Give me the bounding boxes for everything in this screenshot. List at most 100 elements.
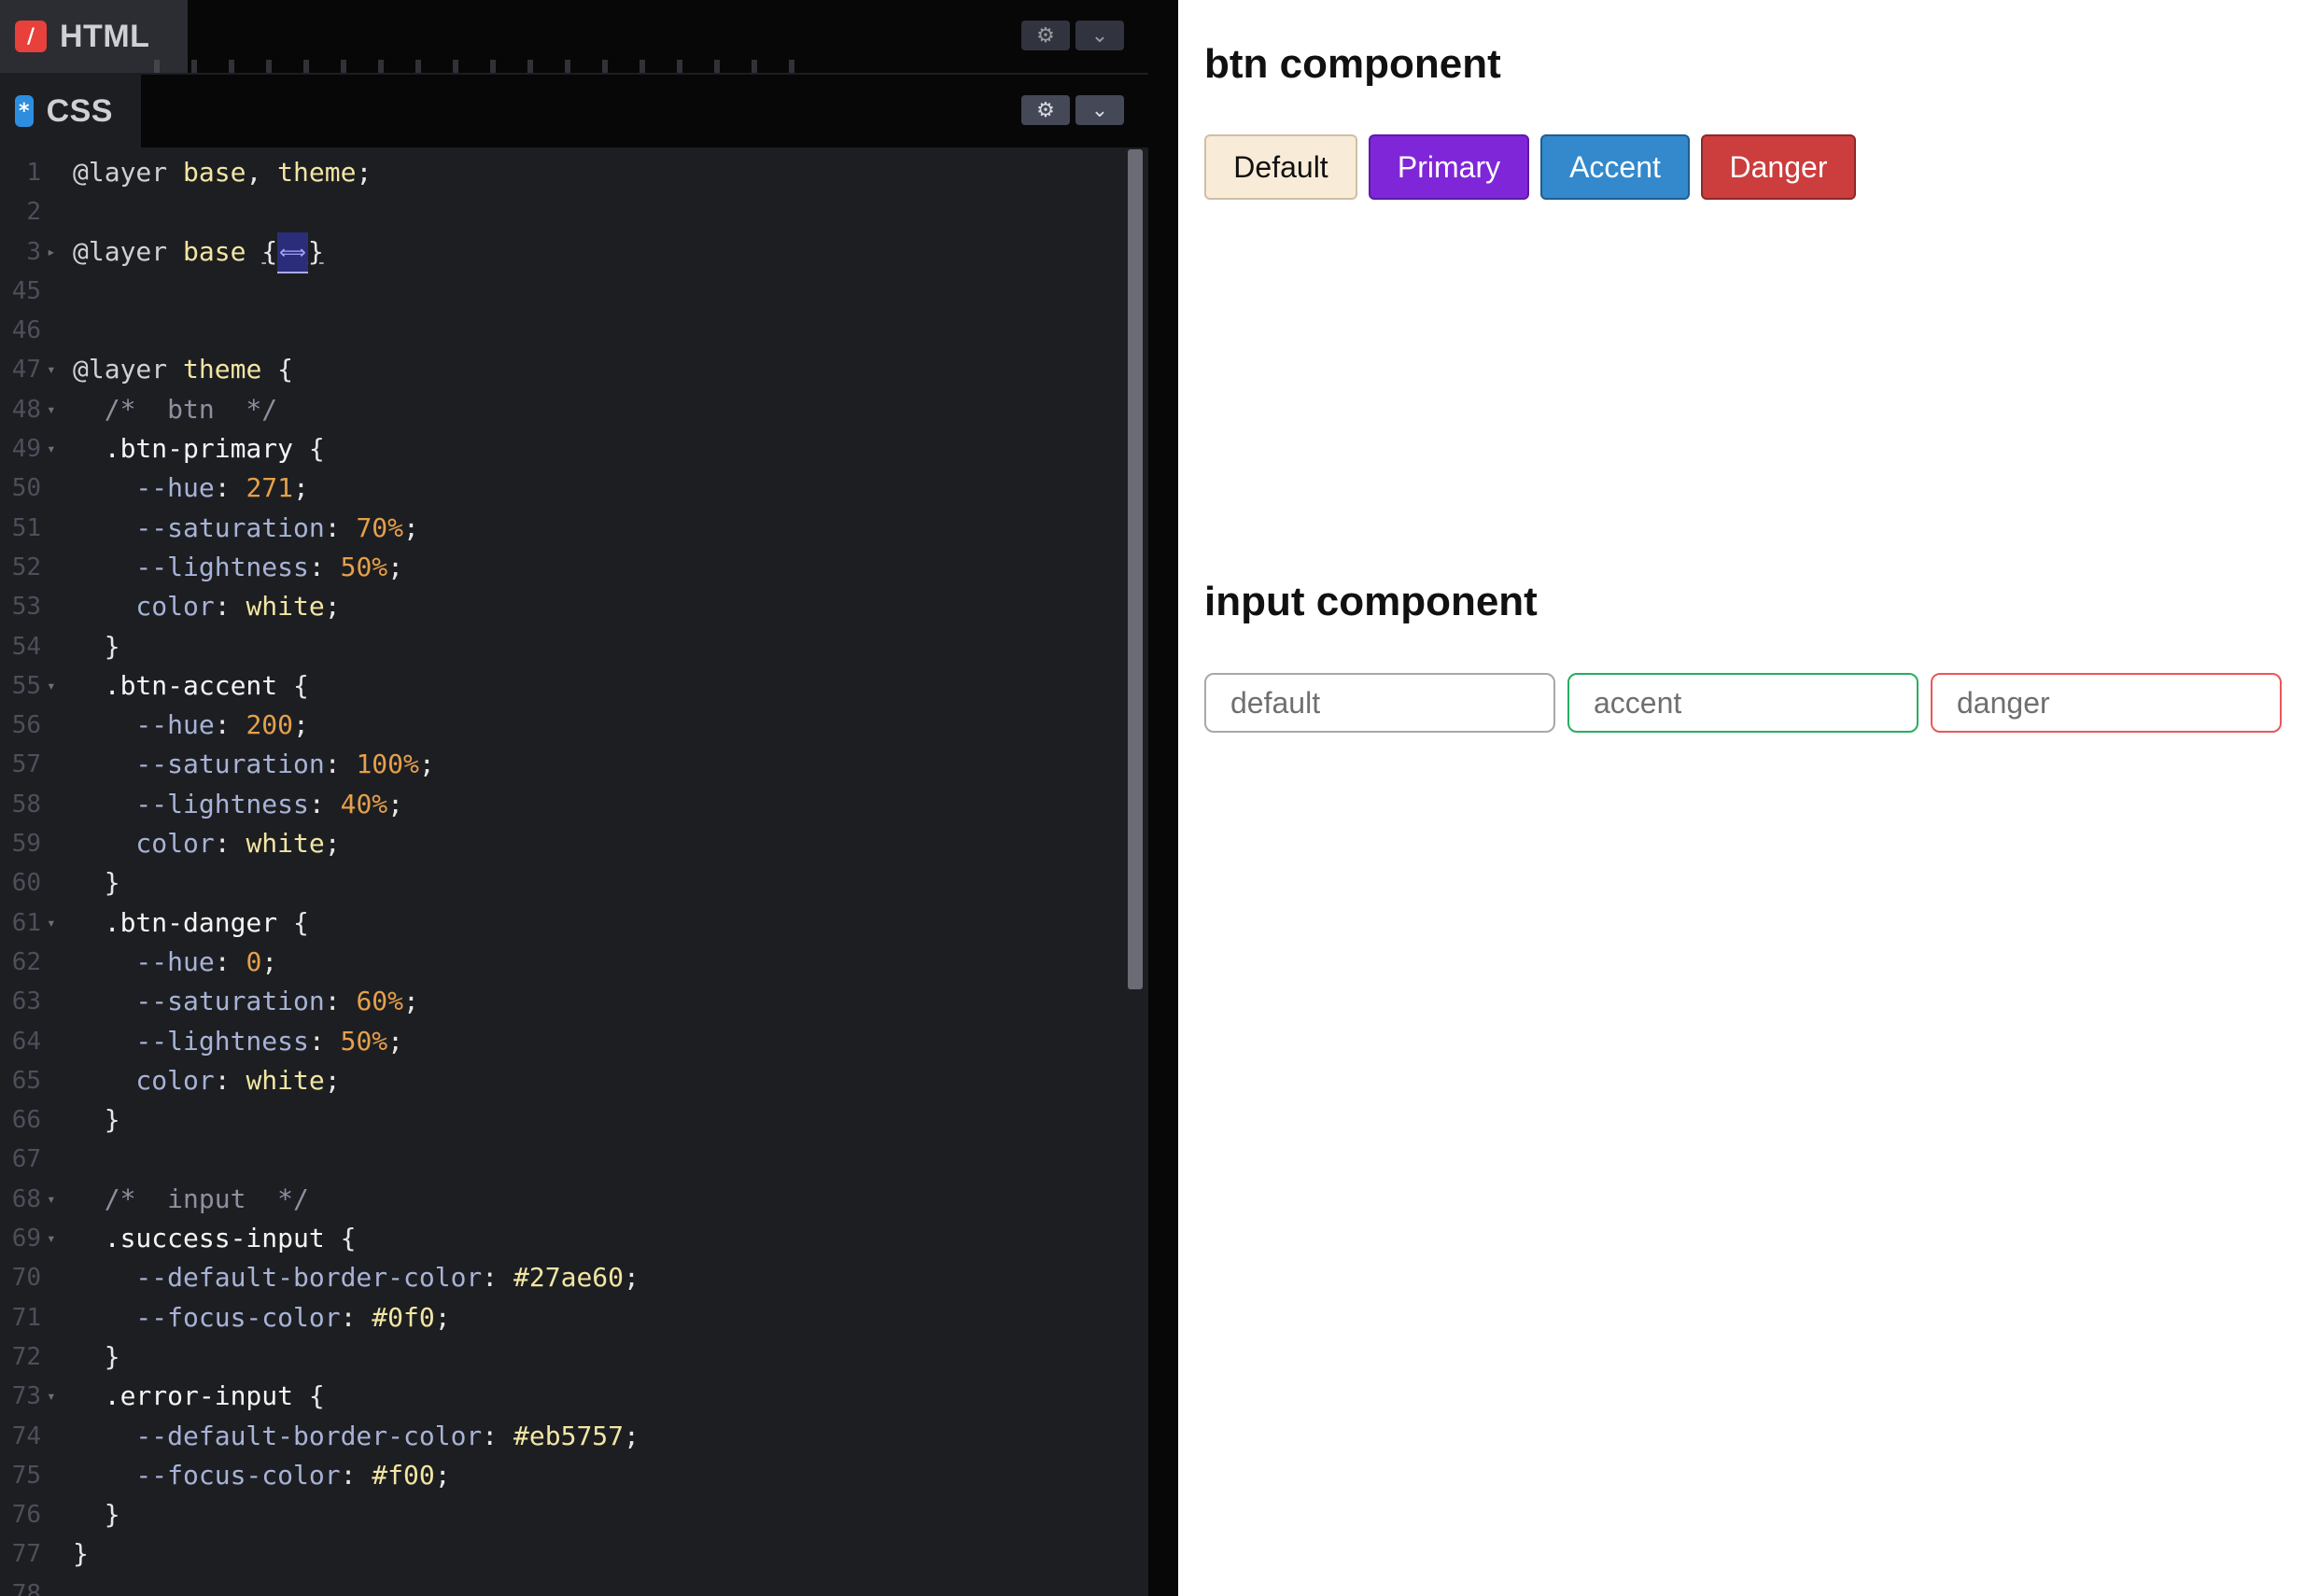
line-number: 1 xyxy=(26,159,41,187)
code-token: --saturation xyxy=(73,986,325,1017)
code-text: color: white; xyxy=(73,587,340,626)
line-number: 76 xyxy=(11,1501,41,1530)
code-line[interactable]: 1 @layer base, theme; xyxy=(0,153,1130,192)
fold-toggle-icon[interactable]: ▾ xyxy=(47,350,56,389)
success-input[interactable] xyxy=(1567,673,1918,733)
code-line[interactable]: 67 xyxy=(0,1140,1130,1179)
line-number: 50 xyxy=(11,474,41,503)
css-code-area[interactable]: 1 @layer base, theme; 2 3 ▸ @layer base {⟺} 45… xyxy=(0,153,1130,1596)
code-token: 70% xyxy=(356,511,404,543)
code-line[interactable]: 56 --hue: 200; xyxy=(0,706,1130,745)
code-token: : xyxy=(324,511,357,543)
code-line[interactable]: 58 --lightness: 40%; xyxy=(0,785,1130,824)
code-token: : xyxy=(308,551,341,582)
code-line[interactable]: 76 } xyxy=(0,1495,1130,1534)
line-number: 78 xyxy=(11,1579,41,1596)
code-line[interactable]: 46 xyxy=(0,311,1130,350)
fold-toggle-icon[interactable]: ▾ xyxy=(47,1219,56,1258)
html-collapse-button[interactable]: ⌄ xyxy=(1075,21,1124,50)
css-icon: * xyxy=(15,95,34,127)
css-collapse-button[interactable]: ⌄ xyxy=(1075,95,1124,125)
code-line[interactable]: 61 ▾ .btn-danger { xyxy=(0,903,1130,943)
code-token: color xyxy=(73,591,215,623)
code-line[interactable]: 71 --focus-color: #0f0; xyxy=(0,1298,1130,1337)
code-token: .btn-accent xyxy=(73,669,294,701)
code-token: #eb5757 xyxy=(513,1420,625,1451)
code-text: } xyxy=(73,1100,120,1140)
code-line[interactable]: 48 ▾ /* btn */ xyxy=(0,390,1130,429)
default-input[interactable] xyxy=(1204,673,1555,733)
code-line[interactable]: 47 ▾ @layer theme { xyxy=(0,350,1130,389)
scrollbar-thumb[interactable] xyxy=(1128,149,1143,989)
code-line[interactable]: 74 --default-border-color: #eb5757; xyxy=(0,1417,1130,1456)
code-line[interactable]: 59 color: white; xyxy=(0,824,1130,863)
code-text: .success-input { xyxy=(73,1219,357,1258)
fold-toggle-icon[interactable]: ▾ xyxy=(47,666,56,706)
folded-block-marker[interactable]: ⟺ xyxy=(277,231,308,273)
code-line[interactable]: 57 --saturation: 100%; xyxy=(0,745,1130,784)
fold-toggle-icon[interactable]: ▾ xyxy=(47,1377,56,1416)
code-line[interactable]: 68 ▾ /* input */ xyxy=(0,1180,1130,1219)
code-line[interactable]: 3 ▸ @layer base {⟺} xyxy=(0,231,1130,273)
code-line[interactable]: 63 --saturation: 60%; xyxy=(0,982,1130,1021)
code-line[interactable]: 55 ▾ .btn-accent { xyxy=(0,666,1130,706)
code-line[interactable]: 62 --hue: 0; xyxy=(0,943,1130,982)
fold-toggle-icon[interactable]: ▾ xyxy=(47,429,56,469)
code-token: ; xyxy=(418,749,435,780)
primary-button[interactable]: Primary xyxy=(1369,134,1529,200)
fold-toggle-icon[interactable]: ▸ xyxy=(47,232,56,272)
code-token: --lightness xyxy=(73,551,309,582)
code-line[interactable]: 75 --focus-color: #f00; xyxy=(0,1456,1130,1495)
html-settings-button[interactable]: ⚙ xyxy=(1021,21,1070,50)
fold-toggle-icon[interactable]: ▾ xyxy=(47,903,56,943)
code-text: /* input */ xyxy=(73,1180,309,1219)
code-token: : xyxy=(340,1301,372,1333)
code-line[interactable]: 72 } xyxy=(0,1337,1130,1377)
code-line[interactable]: 70 --default-border-color: #27ae60; xyxy=(0,1258,1130,1297)
code-line[interactable]: 60 } xyxy=(0,863,1130,903)
code-line[interactable]: 45 xyxy=(0,272,1130,311)
code-line[interactable]: 78 xyxy=(0,1575,1130,1596)
code-line[interactable]: 53 color: white; xyxy=(0,587,1130,626)
code-line[interactable]: 73 ▾ .error-input { xyxy=(0,1377,1130,1416)
css-settings-button[interactable]: ⚙ xyxy=(1021,95,1070,125)
code-line[interactable]: 52 --lightness: 50%; xyxy=(0,548,1130,587)
code-token: --default-border-color xyxy=(73,1420,483,1451)
code-text: } xyxy=(73,1495,120,1534)
html-icon: / xyxy=(15,21,47,52)
code-line[interactable]: 49 ▾ .btn-primary { xyxy=(0,429,1130,469)
code-token: --saturation xyxy=(73,511,325,543)
danger-button[interactable]: Danger xyxy=(1701,134,1856,200)
code-token: { xyxy=(308,1380,325,1412)
code-token: : xyxy=(482,1420,514,1451)
code-line[interactable]: 65 color: white; xyxy=(0,1061,1130,1100)
code-line[interactable]: 51 --saturation: 70%; xyxy=(0,509,1130,548)
code-token: : xyxy=(214,945,246,977)
line-number: 56 xyxy=(11,711,41,740)
html-pane-header: / HTML ⚙ ⌄ xyxy=(0,0,1148,73)
fold-toggle-icon[interactable]: ▾ xyxy=(47,390,56,429)
fold-toggle-icon[interactable]: ▾ xyxy=(47,1180,56,1219)
code-line[interactable]: 54 } xyxy=(0,627,1130,666)
code-token: @layer xyxy=(73,235,184,267)
line-number: 53 xyxy=(11,593,41,622)
code-token: ; xyxy=(324,828,341,860)
accent-button[interactable]: Accent xyxy=(1540,134,1690,200)
code-token: : xyxy=(308,788,341,819)
error-input[interactable] xyxy=(1931,673,2282,733)
code-text: .error-input { xyxy=(73,1377,325,1416)
code-line[interactable]: 50 --hue: 271; xyxy=(0,469,1130,508)
line-number: 65 xyxy=(11,1066,41,1095)
pane-resize-divider[interactable] xyxy=(1148,0,1178,1596)
code-token: /* btn */ xyxy=(73,393,278,425)
collapsed-html-preview xyxy=(154,60,826,73)
input-section-title: input component xyxy=(1204,579,1538,624)
default-button[interactable]: Default xyxy=(1204,134,1357,200)
code-text: color: white; xyxy=(73,1061,340,1100)
code-line[interactable]: 66 } xyxy=(0,1100,1130,1140)
css-tab[interactable]: * CSS xyxy=(0,75,141,147)
code-line[interactable]: 69 ▾ .success-input { xyxy=(0,1219,1130,1258)
code-line[interactable]: 77} xyxy=(0,1534,1130,1574)
code-line[interactable]: 64 --lightness: 50%; xyxy=(0,1022,1130,1061)
code-line[interactable]: 2 xyxy=(0,192,1130,231)
